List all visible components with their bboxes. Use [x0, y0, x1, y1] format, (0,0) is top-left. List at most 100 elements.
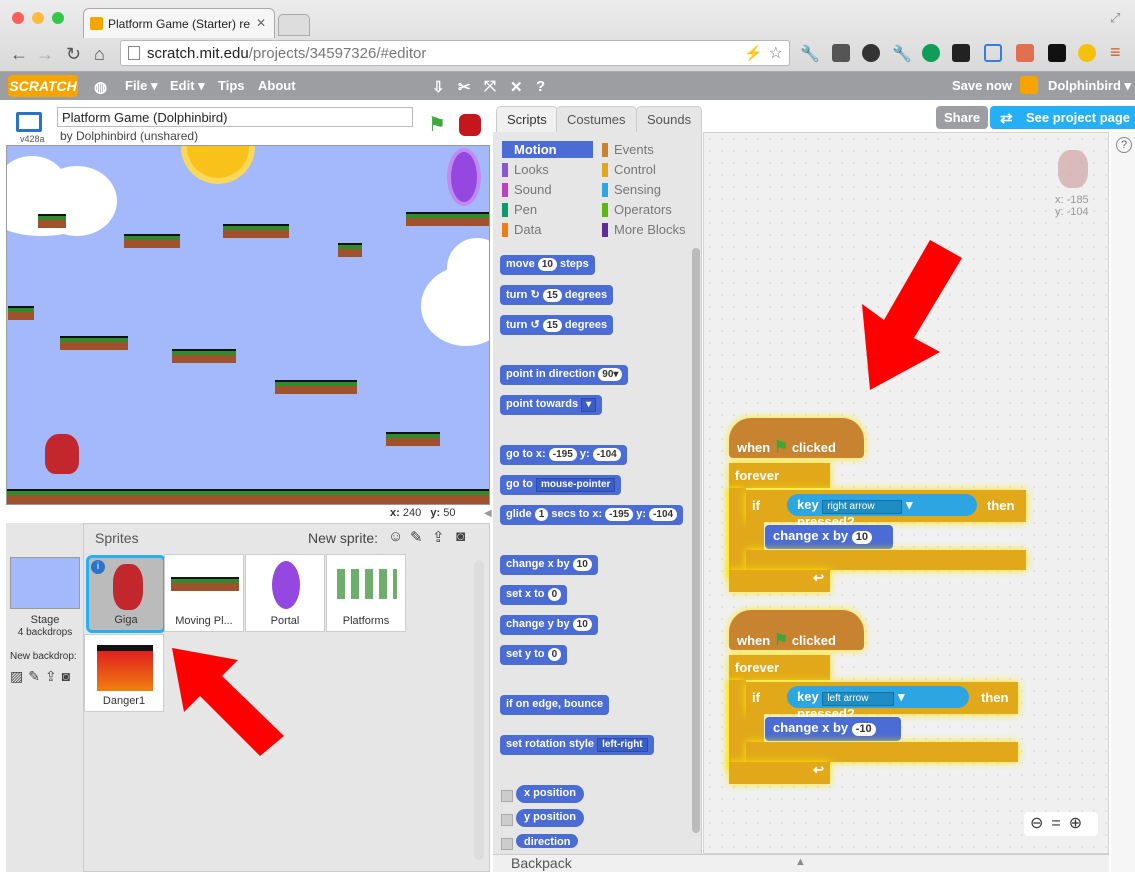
stop-sign-icon[interactable] — [459, 114, 481, 136]
giga-sprite[interactable] — [45, 434, 79, 474]
category-sound[interactable]: Sound — [502, 181, 597, 199]
back-icon[interactable]: ← — [10, 44, 28, 65]
tab-costumes[interactable]: Costumes — [556, 106, 637, 132]
disguise-icon[interactable] — [862, 44, 880, 62]
camera-icon[interactable]: ◙ — [456, 528, 465, 545]
scratch-logo[interactable]: SCRATCH — [8, 75, 78, 97]
block-change-x[interactable]: change x by 10 — [500, 555, 598, 575]
backpack-bar[interactable]: Backpack ▲ — [493, 854, 1109, 872]
info-icon[interactable]: i — [91, 560, 105, 574]
green-flag-icon[interactable]: ⚑ — [428, 112, 446, 137]
close-window-button[interactable] — [12, 12, 24, 24]
category-control[interactable]: Control — [602, 161, 697, 179]
category-events[interactable]: Events — [602, 141, 697, 159]
block-point-towards[interactable]: point towards ▾ — [500, 395, 603, 415]
browser-tab[interactable]: Platform Game (Starter) re ✕ — [83, 8, 275, 38]
tab-scripts[interactable]: Scripts — [496, 106, 558, 132]
sprite-tile-danger1[interactable]: Danger1 — [84, 634, 164, 712]
help-tool-icon[interactable]: ? — [536, 78, 545, 95]
forever-block[interactable]: forever — [729, 655, 830, 680]
block-goto-xy[interactable]: go to x: -195 y: -104 — [500, 445, 627, 465]
collapse-stage-icon[interactable]: ◀ — [484, 508, 492, 519]
block-change-y[interactable]: change y by 10 — [500, 615, 598, 635]
block-goto[interactable]: go to mouse-pointer — [500, 475, 622, 495]
zoom-reset-icon[interactable]: = — [1051, 815, 1068, 832]
shrink-tool-icon[interactable]: ✕ — [510, 78, 523, 96]
layers-icon[interactable] — [952, 44, 970, 62]
globe-icon[interactable]: ◍ — [94, 78, 107, 96]
sprites-scrollbar[interactable] — [474, 560, 484, 860]
zoom-window-button[interactable] — [52, 12, 64, 24]
resize-icon[interactable] — [984, 44, 1002, 62]
fullscreen-icon[interactable]: ⤢ — [1110, 10, 1120, 26]
ninja-icon[interactable] — [1048, 44, 1066, 62]
save-now-link[interactable]: Save now — [952, 78, 1012, 93]
share-button[interactable]: Share — [936, 106, 989, 129]
menu-icon[interactable]: ≡ — [1110, 42, 1121, 63]
user-avatar[interactable] — [1020, 76, 1038, 94]
palette-scrollbar[interactable] — [692, 248, 700, 833]
expand-backpack-icon[interactable]: ▲ — [795, 856, 806, 868]
when-flag-clicked-hat[interactable]: when ⚑ clicked — [729, 418, 864, 458]
category-motion[interactable]: Motion — [502, 141, 597, 159]
sprite-library-icon[interactable]: ☺ — [388, 528, 403, 545]
user-menu[interactable]: Dolphinbird ▾ — [1048, 78, 1131, 94]
category-data[interactable]: Data — [502, 221, 597, 239]
sprite-tile-moving-platform[interactable]: Moving Pl... — [164, 554, 244, 632]
bookmark-star-icon[interactable]: ☆ — [769, 43, 783, 63]
close-ext-icon[interactable] — [1016, 44, 1034, 62]
reporter-y-position[interactable]: y position — [516, 809, 584, 827]
stage-thumbnail[interactable] — [10, 557, 80, 609]
fullscreen-stage-icon[interactable] — [16, 112, 42, 132]
url-bar[interactable]: scratch.mit.edu/projects/34597326/#edito… — [120, 40, 790, 66]
zoom-out-icon[interactable]: ⊖ — [1030, 815, 1051, 832]
eye-icon[interactable] — [1078, 44, 1096, 62]
grow-tool-icon[interactable]: ⤧ — [484, 78, 496, 95]
tab-sounds[interactable]: Sounds — [636, 106, 703, 132]
reporter-direction[interactable]: direction — [516, 834, 579, 848]
block-point-direction[interactable]: point in direction 90▾ — [500, 365, 629, 385]
reload-icon[interactable]: ↻ — [66, 44, 81, 65]
block-rotation-style[interactable]: set rotation style left-right — [500, 735, 654, 755]
sprite-tile-platforms[interactable]: Platforms — [326, 554, 406, 632]
menu-file[interactable]: File ▾ — [125, 78, 158, 94]
project-title-input[interactable]: Platform Game (Dolphinbird) — [57, 107, 413, 127]
category-more-blocks[interactable]: More Blocks — [602, 221, 697, 239]
menu-edit[interactable]: Edit ▾ — [170, 78, 205, 94]
cut-tool-icon[interactable]: ✂ — [458, 78, 471, 96]
zoom-in-icon[interactable]: ⊕ — [1069, 815, 1090, 832]
key-pressed-sensing[interactable]: key right arrow ▾ pressed? — [787, 494, 977, 529]
duplicate-tool-icon[interactable]: ⇩ — [432, 78, 445, 96]
block-turn-left[interactable]: turn ↺ 15 degrees — [500, 315, 614, 335]
upload-icon[interactable]: ⇪ — [432, 528, 445, 546]
block-move[interactable]: move 10 steps — [500, 255, 595, 275]
new-tab-button[interactable] — [278, 14, 310, 36]
category-pen[interactable]: Pen — [502, 201, 597, 219]
block-bounce[interactable]: if on edge, bounce — [500, 695, 610, 715]
portal-sprite[interactable] — [447, 148, 481, 206]
block-glide[interactable]: glide 1 secs to x: -195 y: -104 — [500, 505, 684, 525]
wrench-icon[interactable]: 🔧 — [800, 44, 820, 63]
reporter-x-position[interactable]: x position — [516, 785, 584, 803]
category-looks[interactable]: Looks — [502, 161, 597, 179]
minimize-window-button[interactable] — [32, 12, 44, 24]
see-project-page-button[interactable]: ⇄ See project page — [990, 106, 1135, 129]
stage-canvas[interactable] — [6, 145, 490, 505]
category-sensing[interactable]: Sensing — [602, 181, 697, 199]
key-pressed-sensing[interactable]: key left arrow ▾ pressed? — [787, 686, 969, 721]
paint-brush-icon[interactable]: ✎ — [410, 528, 423, 546]
forever-block[interactable]: forever — [729, 463, 830, 488]
block-turn-right[interactable]: turn ↻ 15 degrees — [500, 285, 614, 305]
when-flag-clicked-hat[interactable]: when ⚑ clicked — [729, 610, 864, 650]
tool-icon[interactable]: 🔧 — [892, 44, 912, 63]
block-set-x[interactable]: set x to 0 — [500, 585, 568, 605]
menu-tips[interactable]: Tips — [218, 78, 245, 93]
pocket-icon[interactable] — [832, 44, 850, 62]
block-set-y[interactable]: set y to 0 — [500, 645, 568, 665]
sprite-tile-giga[interactable]: i Giga — [86, 555, 166, 633]
close-tab-icon[interactable]: ✕ — [256, 16, 266, 30]
checkbox-y-position[interactable] — [501, 814, 513, 826]
menu-about[interactable]: About — [258, 78, 296, 93]
change-x-block[interactable]: change x by 10 — [765, 525, 893, 549]
forward-icon[interactable]: → — [36, 44, 54, 65]
